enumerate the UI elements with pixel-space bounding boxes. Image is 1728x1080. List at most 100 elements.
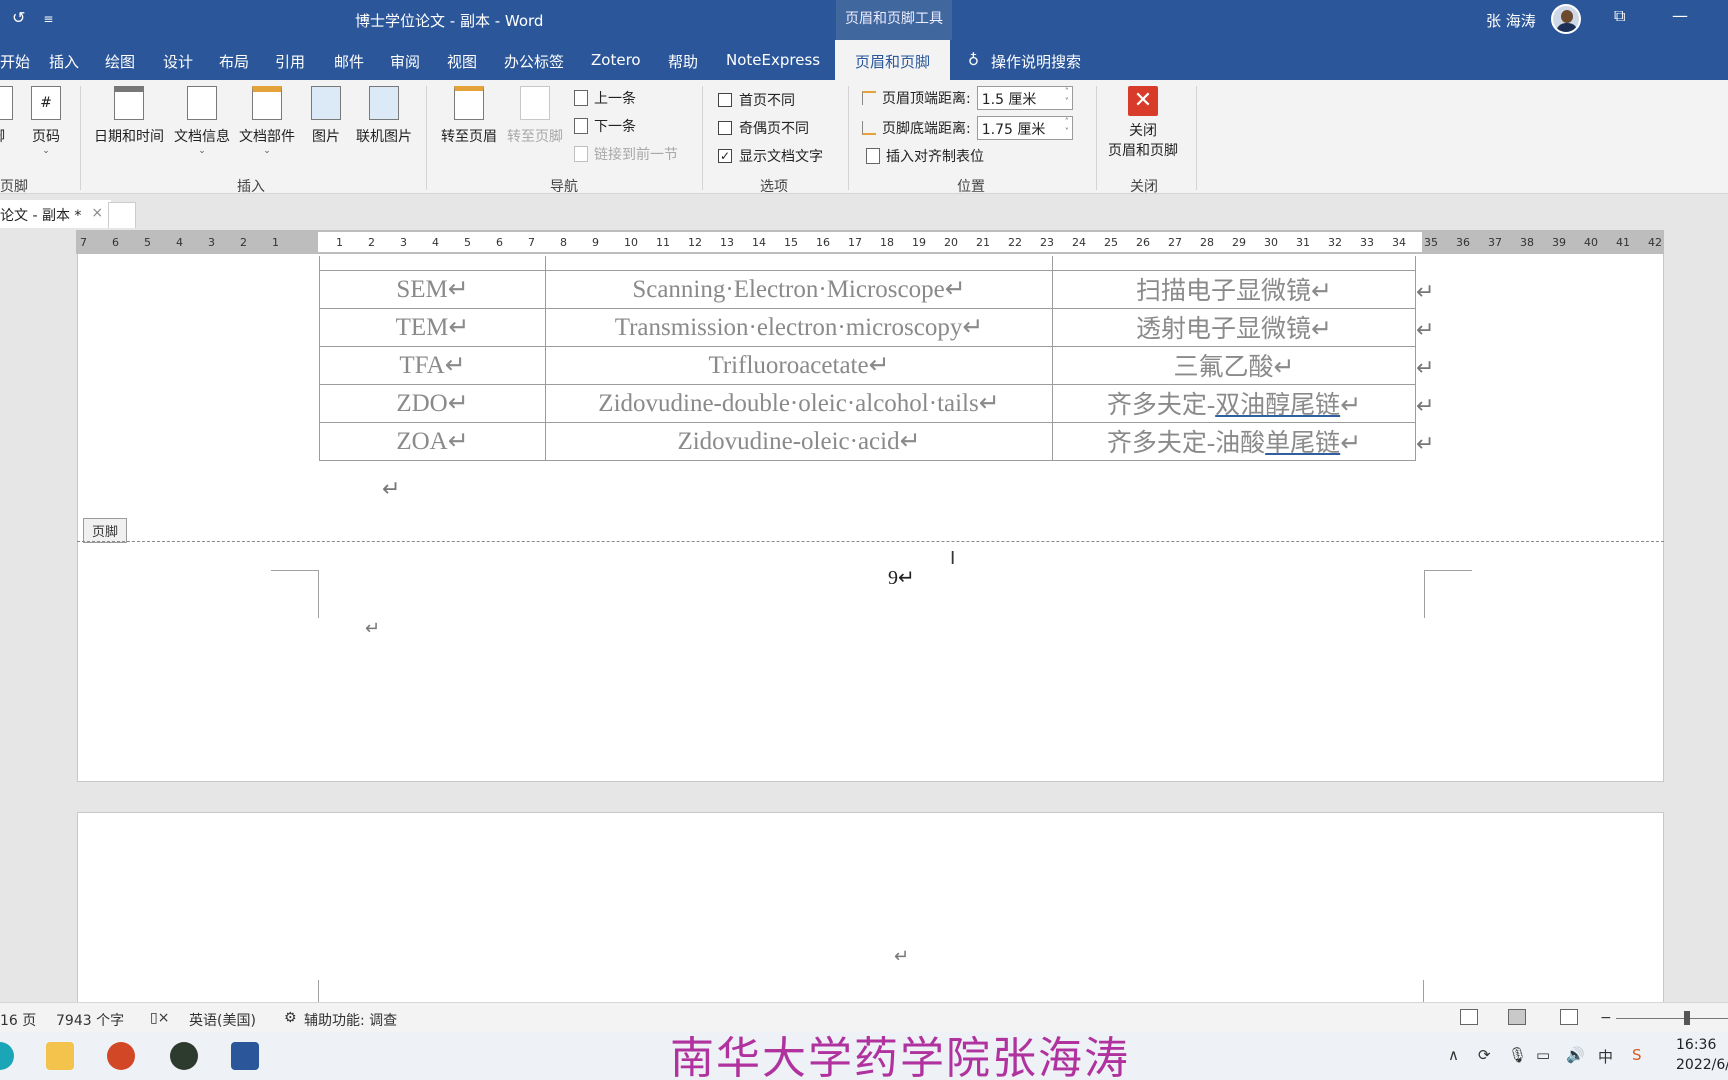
- clock[interactable]: 16:36 2022/6/: [1676, 1035, 1728, 1075]
- next-section-button[interactable]: 下一条: [574, 116, 636, 136]
- chinese-cell[interactable]: 三氟乙酸↵: [1052, 345, 1416, 385]
- footer-bottom-input[interactable]: 1.75 厘米 ˄ ˅: [976, 116, 1073, 140]
- new-tab-button[interactable]: [108, 202, 136, 228]
- tab-help[interactable]: 帮助: [668, 51, 698, 72]
- tell-me-search[interactable]: ♁ 操作说明搜索: [968, 51, 1081, 72]
- chinese-cell[interactable]: 齐多夫定-油酸单尾链↵: [1052, 421, 1416, 461]
- english-cell[interactable]: Zidovudine-oleic·acid↵: [545, 421, 1053, 461]
- online-pictures-button[interactable]: 联机图片: [353, 86, 415, 146]
- display-icon[interactable]: ▭: [1536, 1046, 1550, 1064]
- network-sync-icon[interactable]: ⟳: [1478, 1046, 1491, 1064]
- goto-footer-button[interactable]: 转至页脚: [504, 86, 566, 146]
- tab-layout[interactable]: 布局: [219, 51, 249, 72]
- tab-view[interactable]: 视图: [447, 51, 477, 72]
- horizontal-ruler[interactable]: 7 6 5 4 3 2 1 1 2 3 4 5 6 7 8 9 10 11 12 13 14 15 16 17 18 19 20 21…: [76, 230, 1664, 254]
- edge-browser-icon[interactable]: [0, 1042, 14, 1070]
- spinner-arrows-icon[interactable]: ˄ ˅: [1065, 87, 1069, 107]
- header-top-value: 1.5 厘米: [981, 92, 1037, 108]
- abbreviation-table: SEM↵ Scanning·Electron·Microscope↵ 扫描电子显…: [319, 256, 1416, 461]
- microphone-icon[interactable]: 🎙: [1508, 1046, 1527, 1064]
- zoom-slider-track[interactable]: [1616, 1018, 1728, 1019]
- chinese-text-underlined: 双油醇尾链: [1215, 392, 1341, 419]
- accessibility-status[interactable]: 辅助功能: 调查: [304, 1010, 397, 1030]
- volume-icon[interactable]: 🔊: [1566, 1046, 1585, 1064]
- chinese-cell[interactable]: 齐多夫定-双油醇尾链↵: [1052, 383, 1416, 423]
- input-method-icon[interactable]: 中: [1598, 1046, 1613, 1067]
- date-time-button[interactable]: 日期和时间: [92, 86, 166, 146]
- tab-header-footer[interactable]: 页眉和页脚: [835, 40, 951, 80]
- chinese-cell[interactable]: 透射电子显微镜↵: [1052, 307, 1416, 347]
- show-hidden-icons[interactable]: ∧: [1448, 1046, 1459, 1064]
- goto-header-button[interactable]: 转至页眉: [438, 86, 500, 146]
- page-number-button[interactable]: # 页码 ⌄: [26, 86, 66, 156]
- footer-button[interactable]: 脚: [0, 86, 18, 146]
- proofing-icon[interactable]: ▯×: [150, 1010, 169, 1026]
- footer-bottom-value: 1.75 厘米: [981, 122, 1046, 138]
- group-divider: [848, 86, 849, 190]
- header-top-input[interactable]: 1.5 厘米 ˄ ˅: [976, 86, 1073, 110]
- goto-footer-label: 转至页脚: [507, 129, 563, 145]
- tab-insert[interactable]: 插入: [49, 51, 79, 72]
- tab-review[interactable]: 审阅: [390, 51, 420, 72]
- different-odd-even-checkbox[interactable]: 奇偶页不同: [718, 118, 809, 138]
- print-layout-icon[interactable]: [1508, 1009, 1526, 1025]
- ruler-number: 16: [816, 236, 830, 249]
- tab-references[interactable]: 引用: [275, 51, 305, 72]
- abbr-cell[interactable]: ZOA↵: [319, 421, 546, 461]
- zoom-out-button[interactable]: −: [1600, 1010, 1612, 1026]
- pictures-button[interactable]: 图片: [306, 86, 346, 146]
- user-avatar[interactable]: [1551, 4, 1581, 34]
- tab-design[interactable]: 设计: [163, 51, 193, 72]
- web-layout-icon[interactable]: [1560, 1009, 1578, 1025]
- word-count[interactable]: 7943 个字: [56, 1010, 124, 1030]
- tab-mailings[interactable]: 邮件: [334, 51, 364, 72]
- app-tray-icon[interactable]: S: [1632, 1046, 1642, 1064]
- quick-access-customize-icon[interactable]: ≡: [43, 12, 53, 27]
- ruler-number: 33: [1360, 236, 1374, 249]
- show-document-text-checkbox[interactable]: ✓ 显示文档文字: [718, 146, 823, 166]
- abbr-cell[interactable]: TEM↵: [319, 307, 546, 347]
- close-header-footer-button[interactable]: ✕ 关闭 页眉和页脚: [1108, 86, 1178, 160]
- tab-draw[interactable]: 绘图: [105, 51, 135, 72]
- document-info-button[interactable]: 文档信息 ⌄: [172, 86, 232, 156]
- link-to-previous-button[interactable]: 链接到前一节: [574, 144, 678, 164]
- english-cell[interactable]: Trifluoroacetate↵: [545, 345, 1053, 385]
- tab-home[interactable]: 开始: [0, 51, 30, 72]
- english-cell[interactable]: Scanning·Electron·Microscope↵: [545, 269, 1053, 309]
- powerpoint-icon[interactable]: [107, 1042, 135, 1070]
- insert-alignment-tab-button[interactable]: 插入对齐制表位: [866, 146, 984, 166]
- quick-parts-button[interactable]: 文档部件 ⌄: [237, 86, 297, 156]
- close-tab-icon[interactable]: ×: [91, 205, 103, 228]
- watermark-text: 南华大学药学院张海涛: [670, 1033, 1130, 1080]
- read-mode-icon[interactable]: [1460, 1009, 1478, 1025]
- language[interactable]: 英语(美国): [189, 1010, 256, 1030]
- tab-office-tab[interactable]: 办公标签: [504, 51, 564, 72]
- file-explorer-icon[interactable]: [46, 1042, 74, 1070]
- minimize-icon[interactable]: —: [1672, 6, 1688, 25]
- tab-noteexpress[interactable]: NoteExpress: [726, 51, 820, 69]
- previous-section-button[interactable]: 上一条: [574, 88, 636, 108]
- english-cell[interactable]: Zidovudine-double·oleic·alcohol·tails↵: [545, 383, 1053, 423]
- footer-page-number[interactable]: 9↵: [888, 565, 915, 590]
- document-tab[interactable]: 论文 - 副本 * ×: [0, 200, 112, 228]
- table-row: SEM↵ Scanning·Electron·Microscope↵ 扫描电子显…: [319, 269, 1416, 309]
- abbr-cell[interactable]: TFA↵: [319, 345, 546, 385]
- picture-icon: [311, 86, 341, 120]
- accessibility-icon[interactable]: ⚙: [284, 1010, 297, 1026]
- chinese-cell[interactable]: 扫描电子显微镜↵: [1052, 269, 1416, 309]
- ribbon-display-options-icon[interactable]: ⧉: [1614, 6, 1625, 26]
- user-name[interactable]: 张 海涛: [1486, 10, 1536, 31]
- autosave-refresh-icon[interactable]: ↺: [12, 8, 25, 27]
- word-icon[interactable]: [231, 1042, 259, 1070]
- ruler-number: 6: [112, 236, 119, 249]
- tab-zotero[interactable]: Zotero: [591, 51, 641, 69]
- page-count[interactable]: 16 页: [0, 1010, 36, 1030]
- zoom-slider-thumb[interactable]: [1684, 1011, 1690, 1025]
- row-end-mark: ↵: [1416, 356, 1435, 381]
- spinner-arrows-icon[interactable]: ˄ ˅: [1065, 117, 1069, 137]
- english-cell[interactable]: Transmission·electron·microscopy↵: [545, 307, 1053, 347]
- app-icon[interactable]: [170, 1042, 198, 1070]
- different-first-page-checkbox[interactable]: 首页不同: [718, 90, 795, 110]
- abbr-cell[interactable]: SEM↵: [319, 269, 546, 309]
- abbr-cell[interactable]: ZDO↵: [319, 383, 546, 423]
